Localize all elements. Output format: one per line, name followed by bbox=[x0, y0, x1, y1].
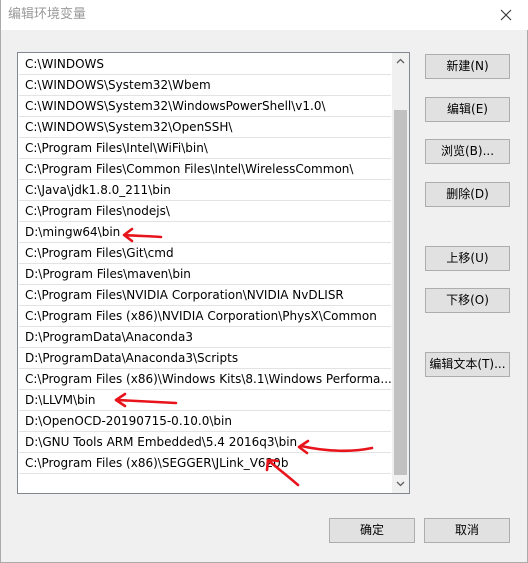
title-bar[interactable]: 编辑环境变量 bbox=[1, 0, 528, 30]
list-item[interactable]: C:\Program Files (x86)\SEGGER\JLink_V620… bbox=[19, 453, 391, 474]
list-item[interactable]: C:\WINDOWS\System32\OpenSSH\ bbox=[19, 117, 391, 138]
browse-button[interactable]: 浏览(B)... bbox=[425, 139, 510, 164]
list-item[interactable]: C:\Program Files\Common Files\Intel\Wire… bbox=[19, 159, 391, 180]
move-up-button[interactable]: 上移(U) bbox=[425, 246, 510, 271]
list-item[interactable]: D:\Program Files\maven\bin bbox=[19, 264, 391, 285]
list-item[interactable]: D:\ProgramData\Anaconda3\Scripts bbox=[19, 348, 391, 369]
vertical-scrollbar[interactable] bbox=[392, 53, 409, 493]
list-item[interactable]: D:\LLVM\bin bbox=[19, 390, 391, 411]
list-item[interactable]: D:\GNU Tools ARM Embedded\5.4 2016q3\bin bbox=[19, 432, 391, 453]
list-item[interactable]: C:\Program Files\Git\cmd bbox=[19, 243, 391, 264]
scroll-thumb[interactable] bbox=[394, 110, 407, 475]
edit-env-var-dialog: 编辑环境变量 C:\WINDOWS C:\WINDOWS\System32\Wb… bbox=[0, 0, 528, 563]
close-icon bbox=[500, 9, 512, 21]
scroll-down-button[interactable] bbox=[392, 476, 409, 493]
move-down-button[interactable]: 下移(O) bbox=[425, 288, 510, 313]
list-item[interactable]: C:\Program Files\nodejs\ bbox=[19, 201, 391, 222]
delete-button[interactable]: 删除(D) bbox=[425, 182, 510, 207]
edit-button[interactable]: 编辑(E) bbox=[425, 97, 510, 122]
scroll-up-button[interactable] bbox=[392, 53, 409, 70]
ok-button[interactable]: 确定 bbox=[329, 518, 415, 543]
chevron-up-icon bbox=[396, 58, 405, 64]
list-item[interactable]: C:\WINDOWS\System32\Wbem bbox=[19, 75, 391, 96]
list-item[interactable]: C:\Program Files (x86)\Windows Kits\8.1\… bbox=[19, 369, 391, 390]
chevron-down-icon bbox=[396, 481, 405, 487]
close-button[interactable] bbox=[483, 0, 528, 30]
list-item[interactable]: C:\Program Files\NVIDIA Corporation\NVID… bbox=[19, 285, 391, 306]
new-button[interactable]: 新建(N) bbox=[425, 54, 510, 79]
list-item[interactable]: C:\WINDOWS bbox=[19, 54, 391, 75]
list-item[interactable]: C:\Program Files (x86)\NVIDIA Corporatio… bbox=[19, 306, 391, 327]
path-list[interactable]: C:\WINDOWS C:\WINDOWS\System32\Wbem C:\W… bbox=[17, 52, 410, 494]
edit-text-button[interactable]: 编辑文本(T)... bbox=[425, 352, 510, 377]
list-item[interactable]: D:\mingw64\bin bbox=[19, 222, 391, 243]
list-item[interactable]: C:\WINDOWS\System32\WindowsPowerShell\v1… bbox=[19, 96, 391, 117]
list-item[interactable]: C:\Java\jdk1.8.0_211\bin bbox=[19, 180, 391, 201]
window-title: 编辑环境变量 bbox=[8, 7, 87, 22]
list-item[interactable]: D:\ProgramData\Anaconda3 bbox=[19, 327, 391, 348]
cancel-button[interactable]: 取消 bbox=[424, 518, 510, 543]
list-item[interactable]: C:\Program Files\Intel\WiFi\bin\ bbox=[19, 138, 391, 159]
list-item[interactable]: D:\OpenOCD-20190715-0.10.0\bin bbox=[19, 411, 391, 432]
